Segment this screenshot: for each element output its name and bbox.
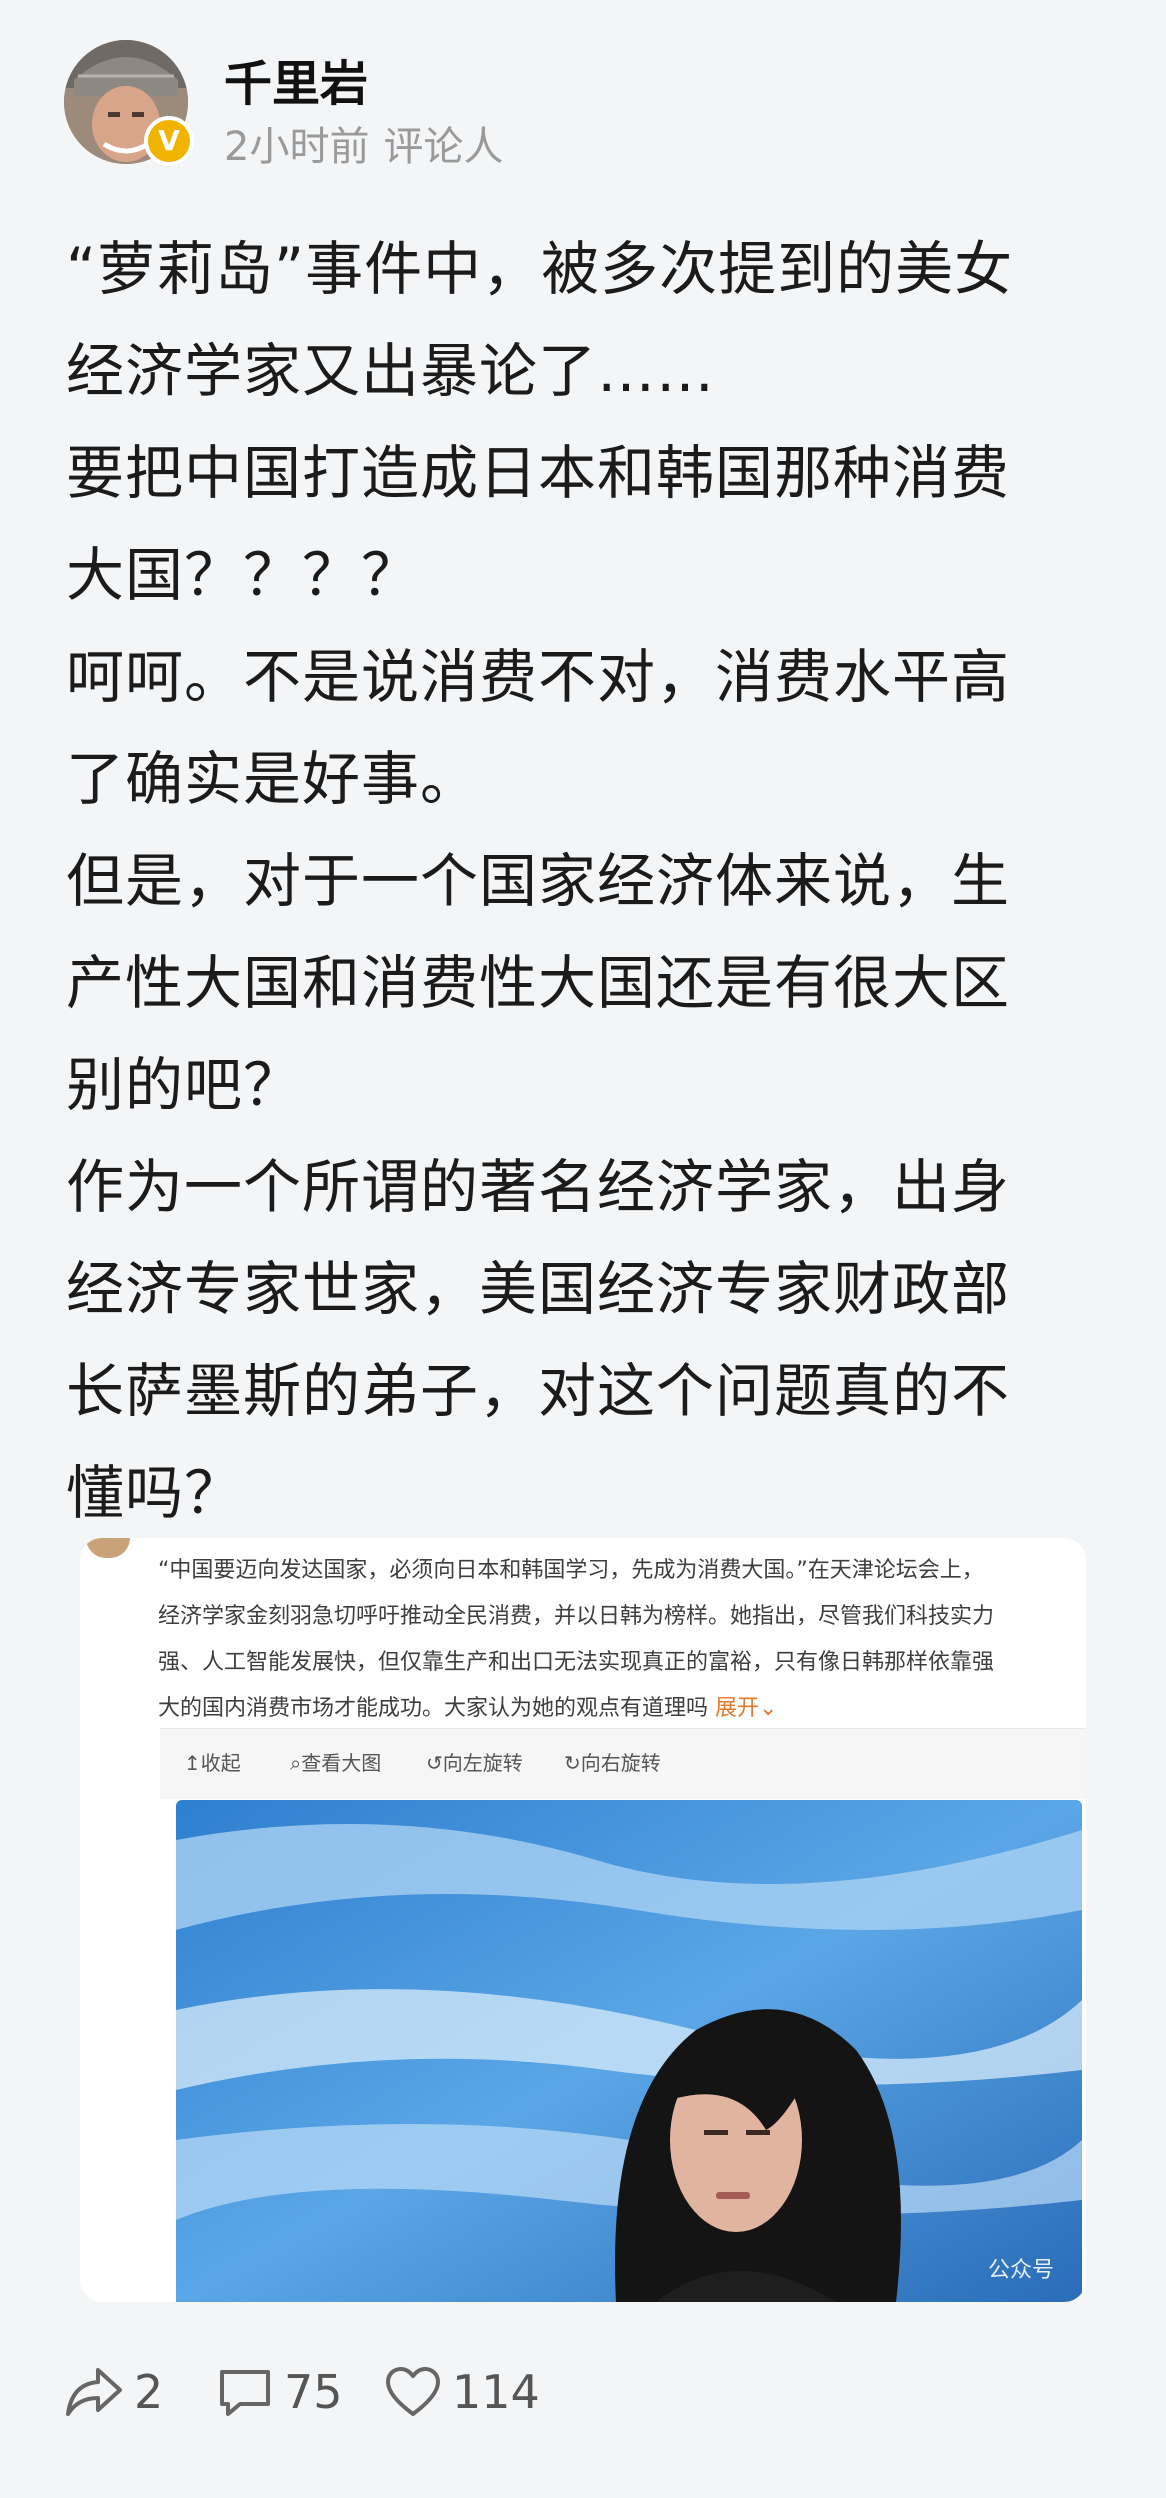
- comment-button[interactable]: 75: [216, 2352, 343, 2432]
- rotate-right-button[interactable]: ↻向右旋转: [564, 1747, 661, 1776]
- post-time: 2小时前: [224, 124, 370, 170]
- post-meta: 2小时前 评论人: [224, 114, 517, 172]
- caption-line: 大的国内消费市场才能成功。大家认为她的观点有道理吗 展开⌄: [158, 1686, 1070, 1732]
- verified-badge-icon: V: [144, 116, 194, 166]
- post-line: 作为一个所谓的著名经济学家，出身: [66, 1153, 1011, 1221]
- like-count: 114: [452, 2365, 540, 2419]
- post-line: 懂吗？: [66, 1459, 244, 1527]
- heart-icon: [384, 2364, 442, 2420]
- post-line: 了确实是好事。: [66, 745, 480, 813]
- comment-count: 75: [284, 2365, 343, 2419]
- post-line: 产性大国和消费性大国还是有很大区: [66, 949, 1011, 1017]
- caption-line-text: 大的国内消费市场才能成功。大家认为她的观点有道理吗: [158, 1696, 709, 1721]
- post-line: 经济学家又出暴论了……: [66, 337, 716, 405]
- watermark: 公众号: [987, 2258, 1054, 2283]
- username[interactable]: 千里岩: [224, 44, 368, 114]
- woman-photo[interactable]: 公众号: [176, 1800, 1082, 2302]
- post-line: 经济专家世家，美国经济专家财政部: [66, 1255, 1011, 1323]
- post-line: 长萨墨斯的弟子，对这个问题真的不: [66, 1357, 1011, 1425]
- post-line: “萝莉岛”事件中，被多次提到的美女: [66, 235, 1014, 303]
- embedded-caption: “中国要迈向发达国家，必须向日本和韩国学习，先成为消费大国。”在天津论坛会上， …: [158, 1548, 1070, 1732]
- post-line: 别的吧？: [66, 1051, 303, 1119]
- post-line: 呵呵。不是说消费不对，消费水平高: [66, 643, 1011, 711]
- caption-line: “中国要迈向发达国家，必须向日本和韩国学习，先成为消费大国。”在天津论坛会上，: [158, 1558, 984, 1583]
- like-button[interactable]: 114: [384, 2352, 540, 2432]
- user-role: 评论人: [383, 124, 504, 170]
- caption-line: 强、人工智能发展快，但仅靠生产和出口无法实现真正的富裕，只有像日韩那样依靠强: [158, 1650, 995, 1675]
- post-line: 要把中国打造成日本和韩国那种消费: [66, 439, 1011, 507]
- share-icon: [64, 2364, 124, 2420]
- embedded-screenshot[interactable]: “中国要迈向发达国家，必须向日本和韩国学习，先成为消费大国。”在天津论坛会上， …: [80, 1538, 1086, 2302]
- post-body: “萝莉岛”事件中，被多次提到的美女 经济学家又出暴论了…… 要把中国打造成日本和…: [66, 218, 1106, 1544]
- share-count: 2: [134, 2365, 164, 2419]
- view-large-button[interactable]: ⌕查看大图: [290, 1747, 381, 1776]
- collapse-button[interactable]: ↥收起: [184, 1747, 241, 1776]
- post-line: 大国？？？？: [66, 541, 421, 609]
- caption-line: 经济学家金刻羽急切呼吁推动全民消费，并以日韩为榜样。她指出，尽管我们科技实力: [158, 1604, 995, 1629]
- post-line: 但是，对于一个国家经济体来说，生: [66, 847, 1011, 915]
- share-button[interactable]: 2: [64, 2352, 163, 2432]
- comment-icon: [216, 2364, 274, 2420]
- rotate-left-button[interactable]: ↺向左旋转: [426, 1747, 523, 1776]
- post-header: V 千里岩 2小时前 评论人: [64, 40, 1104, 170]
- image-toolbar: ↥收起 ⌕查看大图 ↺向左旋转 ↻向右旋转: [160, 1728, 1086, 1799]
- expand-link[interactable]: 展开⌄: [715, 1696, 777, 1721]
- embedded-avatar: [86, 1538, 130, 1558]
- action-bar: 2 75 114: [64, 2352, 1104, 2432]
